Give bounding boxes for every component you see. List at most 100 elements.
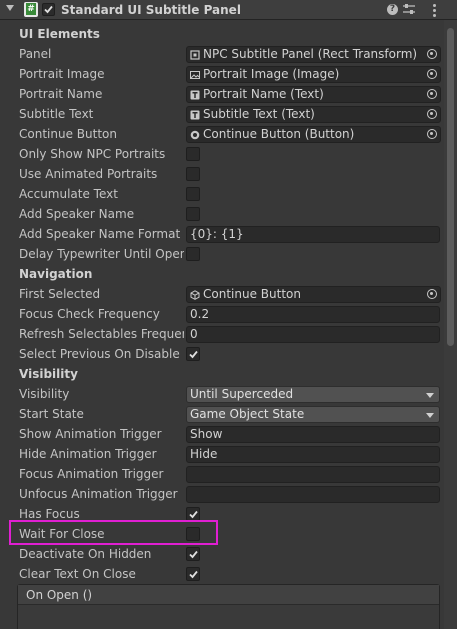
float-field[interactable]: 0 <box>186 326 440 343</box>
object-picker-icon[interactable] <box>427 89 437 99</box>
field-continue-button: Continue Button Continue Button (Button) <box>0 124 444 144</box>
field-focus-check-frequency: Focus Check Frequency 0.2 <box>0 304 444 324</box>
field-refresh-selectables-frequency: Refresh Selectables Frequency 0 <box>0 324 444 344</box>
checkmark-icon <box>189 550 198 559</box>
dropdown-value: Until Superceded <box>190 387 294 401</box>
checkbox[interactable] <box>186 567 200 581</box>
field-subtitle-text: Subtitle Text Subtitle Text (Text) <box>0 104 444 124</box>
field-label: Focus Check Frequency <box>19 307 160 321</box>
checkmark-icon <box>44 5 53 14</box>
foldout-arrow-icon[interactable] <box>6 5 14 11</box>
field-only-show-npc-portraits: Only Show NPC Portraits <box>0 144 444 164</box>
field-portrait-name: Portrait Name Portrait Name (Text) <box>0 84 444 104</box>
field-label: Delay Typewriter Until Open <box>19 247 184 261</box>
text-field[interactable] <box>186 466 440 483</box>
enum-dropdown[interactable]: Until Superceded <box>186 386 440 403</box>
field-label: Refresh Selectables Frequency <box>19 327 184 341</box>
field-accumulate-text: Accumulate Text <box>0 184 444 204</box>
checkbox[interactable] <box>186 547 200 561</box>
object-field[interactable]: NPC Subtitle Panel (Rect Transform) <box>186 46 441 63</box>
float-field-value: 0 <box>190 327 198 341</box>
field-label: Portrait Name <box>19 87 103 101</box>
section-title: Visibility <box>19 367 78 381</box>
field-select-previous-on-disable: Select Previous On Disable <box>0 344 444 364</box>
field-label: Focus Animation Trigger <box>19 467 164 481</box>
presets-icon[interactable] <box>402 2 418 18</box>
field-label: Accumulate Text <box>19 187 118 201</box>
object-field-value: Continue Button (Button) <box>203 127 355 141</box>
checkbox[interactable] <box>186 187 200 201</box>
checkmark-icon <box>189 350 198 359</box>
object-picker-icon[interactable] <box>427 109 437 119</box>
checkbox[interactable] <box>186 247 200 261</box>
help-icon[interactable]: ? <box>385 2 401 18</box>
checkbox[interactable] <box>186 507 200 521</box>
more-options-icon[interactable] <box>426 2 442 18</box>
script-icon-glyph: # <box>26 3 36 15</box>
checkmark-icon <box>189 510 198 519</box>
text-field-value: {0}: {1} <box>190 227 244 241</box>
checkmark-icon <box>189 570 198 579</box>
section-ui-elements: UI Elements <box>0 24 444 44</box>
field-panel: Panel NPC Subtitle Panel (Rect Transform… <box>0 44 444 64</box>
script-icon: # <box>24 2 38 17</box>
object-picker-icon[interactable] <box>427 289 437 299</box>
field-label: Only Show NPC Portraits <box>19 147 166 161</box>
text-field[interactable]: {0}: {1} <box>186 226 440 243</box>
field-use-animated-portraits: Use Animated Portraits <box>0 164 444 184</box>
checkbox[interactable] <box>186 207 200 221</box>
scrollbar-thumb[interactable] <box>447 28 454 346</box>
on-open-event-list: On Open () <box>17 584 440 629</box>
event-title: On Open () <box>26 588 93 602</box>
object-field-value: Continue Button <box>203 287 301 301</box>
object-field[interactable]: Continue Button <box>186 286 441 303</box>
object-field-value: Portrait Name (Text) <box>203 87 324 101</box>
text-field[interactable] <box>186 486 440 503</box>
dropdown-value: Game Object State <box>190 407 305 421</box>
vertical-scrollbar[interactable] <box>444 20 457 629</box>
field-label: Portrait Image <box>19 67 105 81</box>
object-picker-icon[interactable] <box>427 129 437 139</box>
button-icon <box>190 130 200 140</box>
field-label: First Selected <box>19 287 101 301</box>
component-header[interactable]: # Standard UI Subtitle Panel ? <box>0 0 457 20</box>
object-field-value: Portrait Image (Image) <box>203 67 340 81</box>
field-label: Show Animation Trigger <box>19 427 162 441</box>
object-field[interactable]: Portrait Name (Text) <box>186 86 441 103</box>
field-label: Add Speaker Name Format <box>19 227 181 241</box>
text-field[interactable]: Hide <box>186 446 440 463</box>
component-enabled-checkbox[interactable] <box>42 3 55 16</box>
field-label: Continue Button <box>19 127 117 141</box>
field-hide-animation-trigger: Hide Animation Trigger Hide <box>0 444 444 464</box>
float-field[interactable]: 0.2 <box>186 306 440 323</box>
section-visibility: Visibility <box>0 364 444 384</box>
field-label: Unfocus Animation Trigger <box>19 487 178 501</box>
field-label: Hide Animation Trigger <box>19 447 157 461</box>
checkbox[interactable] <box>186 147 200 161</box>
field-show-animation-trigger: Show Animation Trigger Show <box>0 424 444 444</box>
enum-dropdown[interactable]: Game Object State <box>186 406 440 423</box>
object-field[interactable]: Portrait Image (Image) <box>186 66 441 83</box>
float-field-value: 0.2 <box>190 307 210 321</box>
object-picker-icon[interactable] <box>427 69 437 79</box>
object-field[interactable]: Subtitle Text (Text) <box>186 106 441 123</box>
field-label: Start State <box>19 407 84 421</box>
field-label: Subtitle Text <box>19 107 94 121</box>
object-picker-icon[interactable] <box>427 49 437 59</box>
object-field[interactable]: Continue Button (Button) <box>186 126 441 143</box>
field-label: Clear Text On Close <box>19 567 136 581</box>
field-portrait-image: Portrait Image Portrait Image (Image) <box>0 64 444 84</box>
text-field-value: Show <box>190 427 223 441</box>
field-start-state: Start State Game Object State <box>0 404 444 424</box>
field-label: Add Speaker Name <box>19 207 135 221</box>
dropdown-arrow-icon <box>426 393 434 398</box>
field-deactivate-on-hidden: Deactivate On Hidden <box>0 544 444 564</box>
component-title: Standard UI Subtitle Panel <box>61 3 241 17</box>
object-field-value: Subtitle Text (Text) <box>203 107 315 121</box>
text-field[interactable]: Show <box>186 426 440 443</box>
checkbox[interactable] <box>186 167 200 181</box>
field-label: Deactivate On Hidden <box>19 547 152 561</box>
field-visibility: Visibility Until Superceded <box>0 384 444 404</box>
checkbox[interactable] <box>186 347 200 361</box>
field-first-selected: First Selected Continue Button <box>0 284 444 304</box>
